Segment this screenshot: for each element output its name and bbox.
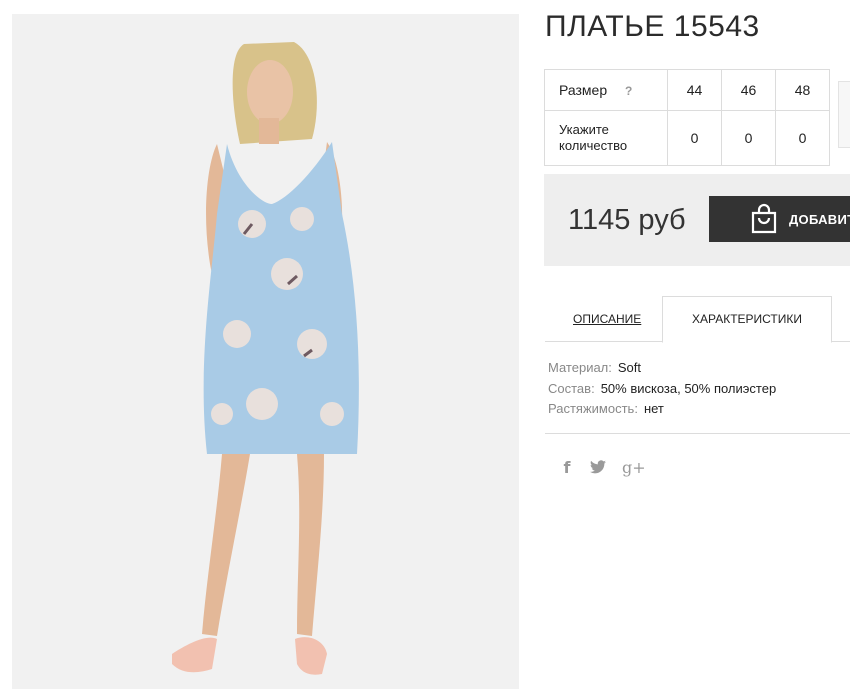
size-help-icon[interactable]: ? xyxy=(625,84,632,98)
spec-key: Растяжимость: xyxy=(548,401,638,416)
quantity-input-44[interactable]: 0 xyxy=(667,110,722,166)
tab-characteristics[interactable]: ХАРАКТЕРИСТИКИ xyxy=(662,296,832,343)
spec-row-composition: Состав: 50% вискоза, 50% полиэстер xyxy=(548,379,776,400)
spec-row-stretch: Растяжимость: нет xyxy=(548,399,776,420)
side-panel-tab[interactable] xyxy=(838,81,850,148)
google-plus-icon[interactable]: g+ xyxy=(622,458,646,477)
product-image[interactable] xyxy=(12,14,519,689)
price: 1145 руб xyxy=(568,204,686,236)
quantity-label: Укажите количество xyxy=(544,110,668,166)
add-to-cart-label: ДОБАВИТ xyxy=(789,211,850,227)
facebook-icon[interactable]: f xyxy=(560,458,574,477)
size-48: 48 xyxy=(775,69,830,111)
twitter-icon[interactable] xyxy=(590,460,606,474)
size-label-cell: Размер ? xyxy=(544,69,668,111)
spec-key: Материал: xyxy=(548,360,612,375)
size-table: Размер ? 44 46 48 Укажите количество 0 0… xyxy=(544,69,830,166)
section-divider xyxy=(545,433,850,434)
social-share: f g+ xyxy=(560,455,662,479)
add-to-cart-button[interactable]: ДОБАВИТ xyxy=(709,196,850,242)
size-label: Размер xyxy=(559,82,608,98)
spec-value: нет xyxy=(643,401,664,416)
quantity-input-46[interactable]: 0 xyxy=(721,110,776,166)
spec-key: Состав: xyxy=(548,380,595,396)
quantity-input-48[interactable]: 0 xyxy=(775,110,830,166)
tab-description[interactable]: ОПИСАНИЕ xyxy=(573,312,641,326)
size-46: 46 xyxy=(721,69,776,111)
product-title: ПЛАТЬЕ 15543 xyxy=(545,10,760,43)
specs-list: Материал: Soft Состав: 50% вискоза, 50% по… xyxy=(548,358,776,420)
spec-value: 50% вискоза, 50% полиэстер xyxy=(600,380,777,396)
google-plus-label: g+ xyxy=(622,457,646,477)
spec-value: Soft xyxy=(617,360,642,375)
shopping-bag-icon xyxy=(749,203,779,235)
buy-box: 1145 руб ДОБАВИТ xyxy=(544,174,850,266)
size-44: 44 xyxy=(667,69,722,111)
spec-row-material: Материал: Soft xyxy=(548,358,776,379)
product-photo-illustration xyxy=(12,14,519,689)
product-tabs: ОПИСАНИЕ ХАРАКТЕРИСТИКИ xyxy=(545,296,850,343)
